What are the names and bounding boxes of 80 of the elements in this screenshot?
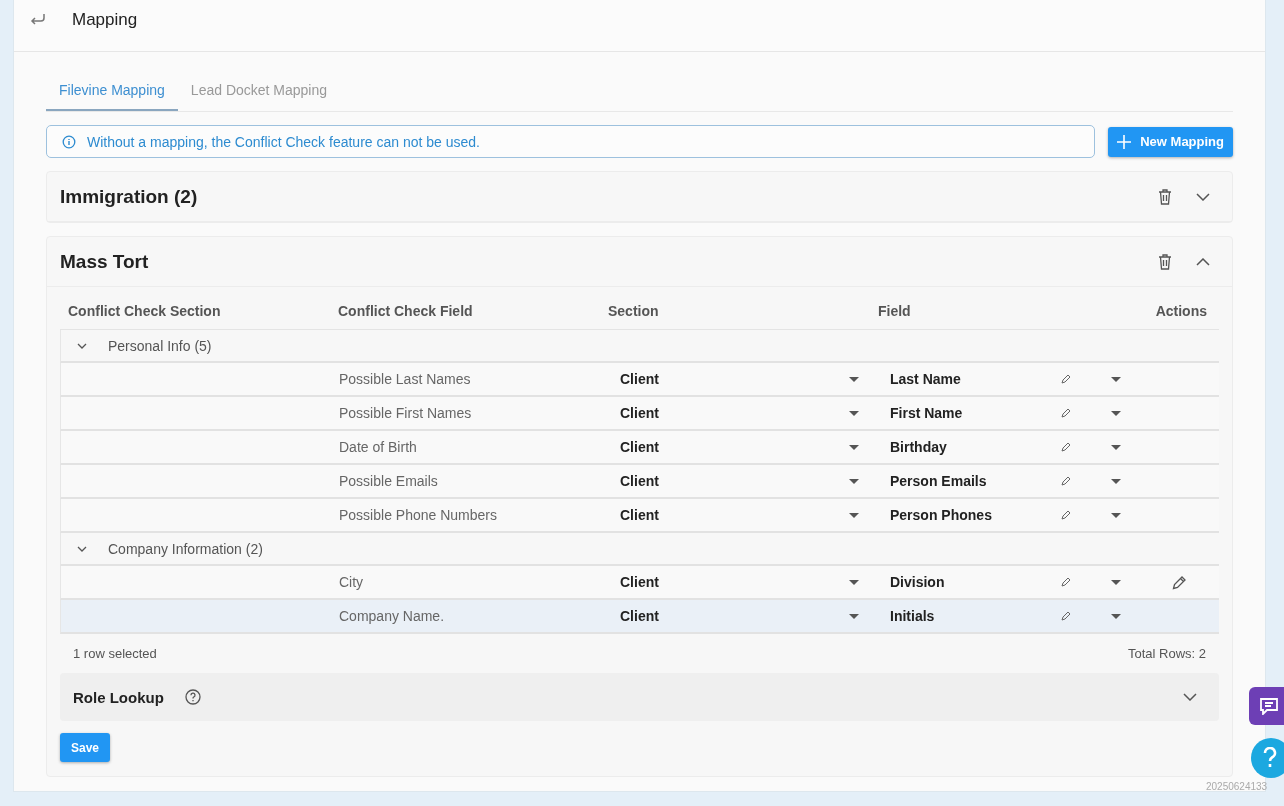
dropdown-caret-icon[interactable]: [849, 613, 859, 619]
info-icon: [62, 134, 76, 149]
chat-button[interactable]: [1249, 687, 1284, 725]
table-row[interactable]: City Client Division: [60, 566, 1219, 600]
section-select[interactable]: Client: [620, 371, 849, 387]
selection-count: 1 row selected: [73, 646, 157, 661]
pencil-icon[interactable]: [1061, 577, 1071, 587]
section-select[interactable]: Client: [620, 608, 849, 624]
pencil-icon[interactable]: [1061, 442, 1071, 452]
chevron-icon[interactable]: [77, 342, 87, 349]
pencil-icon[interactable]: [1061, 510, 1071, 520]
chat-bubble-icon: [1259, 697, 1279, 715]
field-select[interactable]: Person Emails: [890, 473, 1061, 489]
section-select[interactable]: Client: [620, 574, 849, 590]
dropdown-caret-icon[interactable]: [849, 478, 859, 484]
dropdown-caret-icon[interactable]: [849, 444, 859, 450]
plus-icon: [1117, 134, 1132, 149]
column-header: Conflict Check Section: [67, 303, 222, 319]
field-select[interactable]: Birthday: [890, 439, 1061, 455]
table-row[interactable]: Possible Phone Numbers Client Person Phones: [60, 499, 1219, 533]
panel-title: Role Lookup: [73, 688, 164, 706]
panel-title: Mass Tort: [60, 250, 150, 273]
table-row[interactable]: Possible First Names Client First Name: [60, 397, 1219, 431]
chevron-down-icon[interactable]: [1183, 693, 1197, 701]
page-title: Mapping: [72, 9, 138, 30]
trash-icon[interactable]: [1158, 188, 1172, 205]
section-select[interactable]: Client: [620, 507, 849, 523]
table-cell-text: Date of Birth: [339, 439, 418, 455]
chevron-up-icon[interactable]: [1196, 257, 1210, 266]
section-select[interactable]: Client: [620, 473, 849, 489]
table-cell-text: Possible Last Names: [339, 371, 472, 387]
field-select[interactable]: Person Phones: [890, 507, 1061, 523]
chevron-down-icon[interactable]: [1196, 192, 1210, 201]
back-arrow-icon[interactable]: [30, 12, 46, 25]
dropdown-caret-icon[interactable]: [849, 410, 859, 416]
edit-pencil-icon[interactable]: [1172, 574, 1187, 590]
column-header: Field: [878, 303, 912, 319]
dropdown-caret-icon[interactable]: [1111, 376, 1121, 382]
section-select[interactable]: Client: [620, 405, 849, 421]
field-select[interactable]: Last Name: [890, 371, 1061, 387]
total-rows: Total Rows: 2: [1127, 646, 1206, 661]
table-row[interactable]: Possible Last Names Client Last Name: [60, 363, 1219, 397]
dropdown-caret-icon[interactable]: [849, 579, 859, 585]
trash-icon[interactable]: [1158, 253, 1172, 270]
dropdown-caret-icon[interactable]: [1111, 410, 1121, 416]
table-cell-text: Company Name.: [339, 608, 446, 624]
field-select[interactable]: Division: [890, 574, 1061, 590]
table-row[interactable]: Date of Birth Client Birthday: [60, 431, 1219, 465]
pencil-icon[interactable]: [1061, 408, 1071, 418]
dropdown-caret-icon[interactable]: [849, 376, 859, 382]
dropdown-caret-icon[interactable]: [1111, 613, 1121, 619]
pencil-icon[interactable]: [1061, 476, 1071, 486]
table-row[interactable]: Possible Emails Client Person Emails: [60, 465, 1219, 499]
table-cell-text: Possible First Names: [339, 405, 473, 421]
pencil-icon[interactable]: [1061, 611, 1071, 621]
section-select[interactable]: Client: [620, 439, 849, 455]
dropdown-caret-icon[interactable]: [1111, 478, 1121, 484]
question-mark-icon: [1263, 747, 1277, 769]
column-header: Actions: [1154, 303, 1208, 319]
column-header: Conflict Check Field: [338, 303, 474, 319]
field-select[interactable]: First Name: [890, 405, 1061, 421]
role-lookup-panel[interactable]: Role Lookup: [60, 673, 1219, 721]
table-cell-text: Possible Phone Numbers: [339, 507, 498, 523]
field-select[interactable]: Initials: [890, 608, 1061, 624]
group-label: Personal Info (5): [108, 337, 212, 354]
table-cell-text: Possible Emails: [339, 473, 439, 489]
dropdown-caret-icon[interactable]: [1111, 444, 1121, 450]
dropdown-caret-icon[interactable]: [1111, 512, 1121, 518]
timestamp: 20250624133: [1206, 781, 1268, 792]
panel-title: Immigration (2): [60, 185, 199, 208]
table-row[interactable]: Company Name. Client Initials: [60, 600, 1219, 634]
table-cell-text: City: [339, 574, 365, 590]
pencil-icon[interactable]: [1061, 374, 1071, 384]
dropdown-caret-icon[interactable]: [1111, 579, 1121, 585]
column-header: Section: [608, 303, 660, 319]
dropdown-caret-icon[interactable]: [849, 512, 859, 518]
chevron-icon[interactable]: [77, 545, 87, 552]
group-label: Company Information (2): [108, 540, 263, 557]
alert-text: Without a mapping, the Conflict Check feature can not be used.: [87, 133, 480, 150]
help-icon[interactable]: [184, 689, 201, 705]
